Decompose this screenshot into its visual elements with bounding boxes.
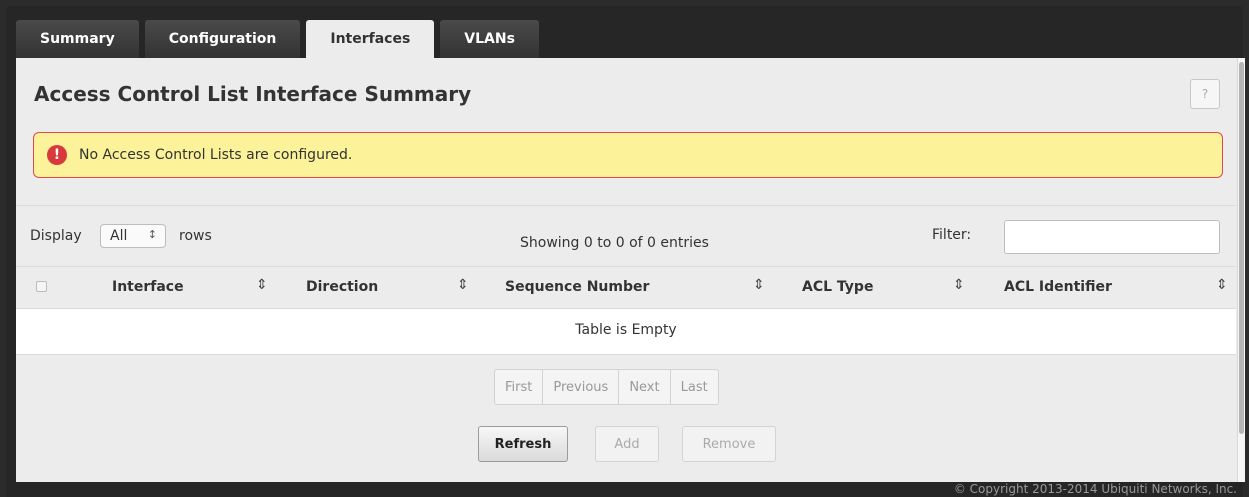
column-acl-identifier[interactable]: ACL Identifier: [1004, 279, 1112, 295]
display-label: Display: [30, 228, 82, 244]
tab-interfaces[interactable]: Interfaces: [306, 20, 435, 58]
app-frame: Summary Configuration Interfaces VLANs A…: [6, 6, 1245, 497]
page-last-button[interactable]: Last: [671, 370, 718, 404]
sort-icon[interactable]: ⇕: [1216, 277, 1228, 293]
scrollbar-thumb[interactable]: [1239, 62, 1244, 434]
add-button[interactable]: Add: [595, 426, 659, 462]
rows-label: rows: [179, 228, 212, 244]
sort-icon[interactable]: ⇕: [457, 277, 469, 293]
select-all-checkbox[interactable]: [36, 281, 47, 292]
tab-configuration[interactable]: Configuration: [144, 20, 301, 58]
page-first-button[interactable]: First: [495, 370, 544, 404]
help-button[interactable]: ?: [1190, 79, 1220, 109]
rows-per-page-select[interactable]: All ↕: [100, 224, 166, 248]
table-controls: Display All ↕ rows Showing 0 to 0 of 0 e…: [16, 218, 1236, 254]
entries-info: Showing 0 to 0 of 0 entries: [520, 235, 709, 251]
footer: © Copyright 2013-2014 Ubiquiti Networks,…: [6, 482, 1243, 497]
rows-select-value: All: [110, 228, 128, 244]
tab-vlans[interactable]: VLANs: [440, 20, 539, 58]
page-previous-button[interactable]: Previous: [543, 370, 620, 404]
filter-input[interactable]: [1004, 220, 1220, 254]
error-alert: ! No Access Control Lists are configured…: [33, 132, 1223, 178]
alert-message: No Access Control Lists are configured.: [79, 147, 353, 163]
sort-icon[interactable]: ⇕: [753, 277, 765, 293]
content-panel: Access Control List Interface Summary ? …: [16, 58, 1245, 482]
tab-summary[interactable]: Summary: [16, 20, 139, 58]
page-title: Access Control List Interface Summary: [34, 82, 472, 106]
vertical-scrollbar[interactable]: [1237, 58, 1245, 482]
table-header: Interface ⇕ Direction ⇕ Sequence Number …: [16, 266, 1236, 309]
tab-bar: Summary Configuration Interfaces VLANs: [16, 20, 545, 58]
divider: [16, 205, 1236, 206]
exclamation-circle-icon: !: [47, 145, 67, 165]
table-empty-message: Table is Empty: [575, 322, 677, 338]
pagination: First Previous Next Last: [494, 369, 719, 405]
column-interface[interactable]: Interface: [112, 279, 184, 295]
sort-icon[interactable]: ⇕: [256, 277, 268, 293]
filter-label: Filter:: [932, 227, 972, 243]
column-direction[interactable]: Direction: [306, 279, 378, 295]
page-next-button[interactable]: Next: [619, 370, 671, 404]
table-body: Table is Empty: [16, 309, 1236, 355]
select-arrows-icon: ↕: [147, 228, 157, 241]
copyright-text: © Copyright 2013-2014 Ubiquiti Networks,…: [953, 482, 1237, 496]
column-sequence-number[interactable]: Sequence Number: [505, 279, 649, 295]
remove-button[interactable]: Remove: [682, 426, 776, 462]
sort-icon[interactable]: ⇕: [953, 277, 965, 293]
refresh-button[interactable]: Refresh: [478, 426, 568, 462]
column-acl-type[interactable]: ACL Type: [802, 279, 873, 295]
